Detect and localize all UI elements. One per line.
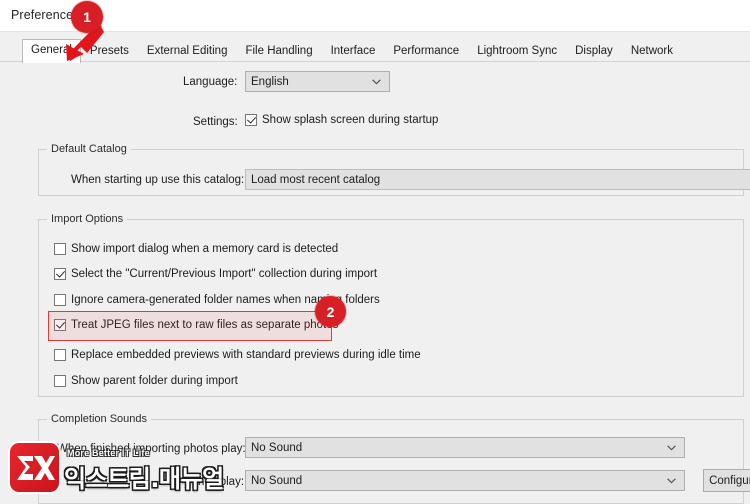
tab-list: General Presets External Editing File Ha… <box>22 39 682 63</box>
watermark-tagline: More Better IT Life <box>67 448 150 458</box>
completion-sounds-group-title: Completion Sounds <box>47 413 152 425</box>
watermark-name: 익스트림.매뉴얼 <box>64 465 224 493</box>
splash-screen-checkbox[interactable] <box>245 114 257 126</box>
import-option-row-4[interactable]: Replace embedded previews with standard … <box>54 349 421 361</box>
select-current-previous-import-label: Select the "Current/Previous Import" col… <box>71 268 378 280</box>
annotation-badge-1-number: 1 <box>83 9 91 25</box>
chevron-down-icon <box>372 78 381 85</box>
tab-performance[interactable]: Performance <box>384 41 468 62</box>
startup-catalog-dropdown[interactable]: Load most recent catalog <box>245 169 750 190</box>
splash-screen-label: Show splash screen during startup <box>262 114 439 126</box>
import-finished-sound-value: No Sound <box>251 441 303 454</box>
splash-screen-checkbox-row[interactable]: Show splash screen during startup <box>245 114 438 126</box>
tab-performance-label: Performance <box>393 45 460 57</box>
startup-catalog-label: When starting up use this catalog: <box>71 174 245 186</box>
show-import-dialog-checkbox[interactable] <box>54 243 66 255</box>
import-option-row-5[interactable]: Show parent folder during import <box>54 375 238 387</box>
import-option-row-0[interactable]: Show import dialog when a memory card is… <box>54 243 338 255</box>
settings-label: Settings: <box>193 116 238 128</box>
annotation-badge-1: 1 <box>71 1 103 33</box>
tab-display[interactable]: Display <box>566 41 622 62</box>
default-catalog-group-title: Default Catalog <box>47 143 131 155</box>
import-finished-sound-dropdown[interactable]: No Sound <box>245 437 685 458</box>
treat-jpeg-separate-label: Treat JPEG files next to raw files as se… <box>71 319 339 331</box>
replace-embedded-previews-checkbox[interactable] <box>54 349 66 361</box>
tab-lightroom-sync-label: Lightroom Sync <box>477 45 558 57</box>
tab-file-handling[interactable]: File Handling <box>236 41 321 62</box>
tab-panel-divider <box>0 61 750 62</box>
tab-external-editing[interactable]: External Editing <box>138 41 237 62</box>
tab-lightroom-sync[interactable]: Lightroom Sync <box>468 41 566 62</box>
general-settings-panel: Language: English Settings: Show splash … <box>0 62 750 504</box>
configure-button-label: Configure <box>709 474 750 487</box>
tab-file-handling-label: File Handling <box>245 45 313 57</box>
chevron-down-icon <box>667 444 676 451</box>
language-label: Language: <box>183 76 238 88</box>
ignore-camera-folder-names-checkbox[interactable] <box>54 294 66 306</box>
show-parent-folder-checkbox[interactable] <box>54 375 66 387</box>
watermark: More Better IT Life 익스트림.매뉴얼 <box>8 441 224 497</box>
tab-interface[interactable]: Interface <box>322 41 385 62</box>
watermark-logo-icon <box>8 441 61 494</box>
configure-button[interactable]: Configure <box>703 469 750 492</box>
tab-external-editing-label: External Editing <box>146 45 228 57</box>
tab-strip: General Presets External Editing File Ha… <box>0 32 750 63</box>
watermark-ex-glyph-icon <box>16 455 55 480</box>
tether-finished-sound-value: No Sound <box>251 474 303 487</box>
treat-jpeg-separate-checkbox[interactable] <box>54 319 66 331</box>
language-dropdown[interactable]: English <box>245 71 390 92</box>
annotation-badge-2-number: 2 <box>326 303 335 320</box>
show-import-dialog-label: Show import dialog when a memory card is… <box>71 243 339 255</box>
show-parent-folder-label: Show parent folder during import <box>71 375 238 387</box>
tab-network[interactable]: Network <box>622 41 682 62</box>
window-titlebar: Preferences <box>0 0 750 32</box>
import-option-row-3[interactable]: Treat JPEG files next to raw files as se… <box>54 319 338 331</box>
import-option-row-1[interactable]: Select the "Current/Previous Import" col… <box>54 268 377 280</box>
annotation-badge-2: 2 <box>315 296 346 327</box>
language-dropdown-value: English <box>251 75 289 88</box>
tab-interface-label: Interface <box>330 45 376 57</box>
import-options-group-title: Import Options <box>47 213 128 225</box>
tether-finished-sound-dropdown[interactable]: No Sound <box>245 470 685 491</box>
tab-display-label: Display <box>575 45 613 57</box>
startup-catalog-value: Load most recent catalog <box>251 173 381 186</box>
tab-network-label: Network <box>630 45 673 57</box>
replace-embedded-previews-label: Replace embedded previews with standard … <box>71 349 421 361</box>
select-current-previous-import-checkbox[interactable] <box>54 268 66 280</box>
chevron-down-icon <box>667 477 676 484</box>
